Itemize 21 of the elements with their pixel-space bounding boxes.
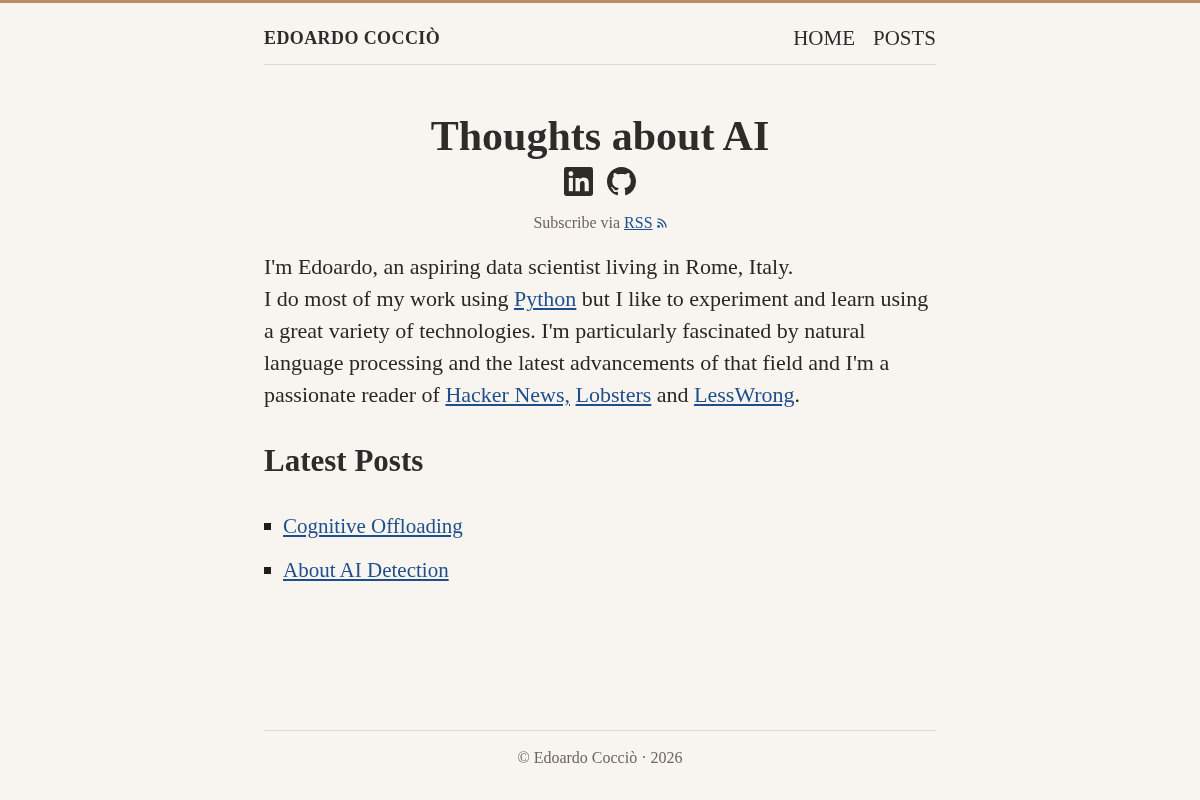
bullet-icon xyxy=(264,522,271,530)
intro-paragraph: I'm Edoardo, an aspiring data scientist living in Rome, Italy. xyxy=(264,253,795,281)
text-link[interactable]: Hacker News, xyxy=(445,382,571,407)
subscribe-text: Subscribe via xyxy=(533,213,621,233)
copyright-text: © Edoardo Cocciò · 2026 xyxy=(517,748,683,768)
github-icon[interactable] xyxy=(607,167,636,196)
page-title: Thoughts about AI xyxy=(429,112,771,161)
rss-link[interactable]: RSS xyxy=(624,213,667,233)
bullet-icon xyxy=(264,566,271,574)
intro-paragraph: I do most of my work using Python but I like to experiment and learn using a great variety of technologies. I'm particularly fascinated by natural language processing and the latest advancements of that field and I'm a passionate reader of Hacker News, Lobsters and LessWrong. xyxy=(264,285,930,409)
text-link[interactable]: Lobsters xyxy=(575,382,652,407)
post-link[interactable]: Cognitive Offloading xyxy=(283,510,463,542)
linkedin-icon[interactable] xyxy=(564,167,593,196)
rss-icon xyxy=(656,218,667,228)
post-link[interactable]: About AI Detection xyxy=(283,554,449,586)
site-title[interactable]: EDOARDO COCCIÒ xyxy=(264,25,441,52)
text-link[interactable]: Python xyxy=(513,286,577,311)
section-heading: Latest Posts xyxy=(264,443,425,479)
text-link[interactable]: LessWrong xyxy=(694,382,795,407)
nav-link[interactable]: POSTS xyxy=(872,22,936,55)
nav-link[interactable]: HOME xyxy=(793,22,855,55)
